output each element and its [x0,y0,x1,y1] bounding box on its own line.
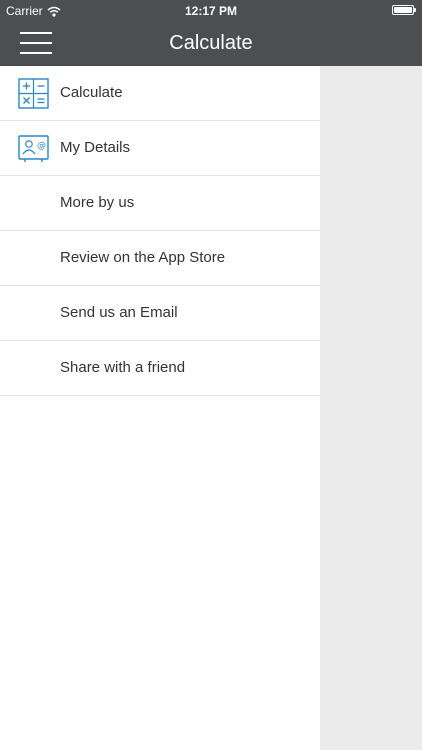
contact-card-icon: @ [18,135,49,162]
menu-label-review-app-store: Review on the App Store [60,249,226,266]
status-time: 12:17 PM [184,4,238,18]
navigation-bar: Calculate [0,22,422,66]
battery-level [394,7,412,13]
menu-label-share-friend: Share with a friend [60,359,186,376]
menu-label-more-by-us: More by us [60,194,135,211]
svg-text:@: @ [37,141,46,151]
menu-label-my-details: My Details [60,139,131,156]
status-bar: Carrier 12:17 PM [0,0,422,22]
menu-item-review-app-store[interactable]: Review on the App Store [0,231,320,286]
menu-item-send-email[interactable]: Send us an Email [0,286,320,341]
menu-label-calculate: Calculate [60,84,123,101]
calculator-icon [18,78,49,109]
menu-item-share-friend[interactable]: Share with a friend [0,341,320,396]
top-bar: Carrier 12:17 PM Calculate [0,0,422,66]
menu-item-calculate[interactable]: Calculate [0,66,320,121]
battery-icon [392,5,416,15]
menu-item-more-by-us[interactable]: More by us [0,176,320,231]
menu-label-send-email: Send us an Email [60,304,178,321]
page-title: Calculate [169,32,253,54]
side-menu: Calculate @ My Details More by us Review… [0,66,320,750]
menu-item-my-details[interactable]: @ My Details [0,121,320,176]
